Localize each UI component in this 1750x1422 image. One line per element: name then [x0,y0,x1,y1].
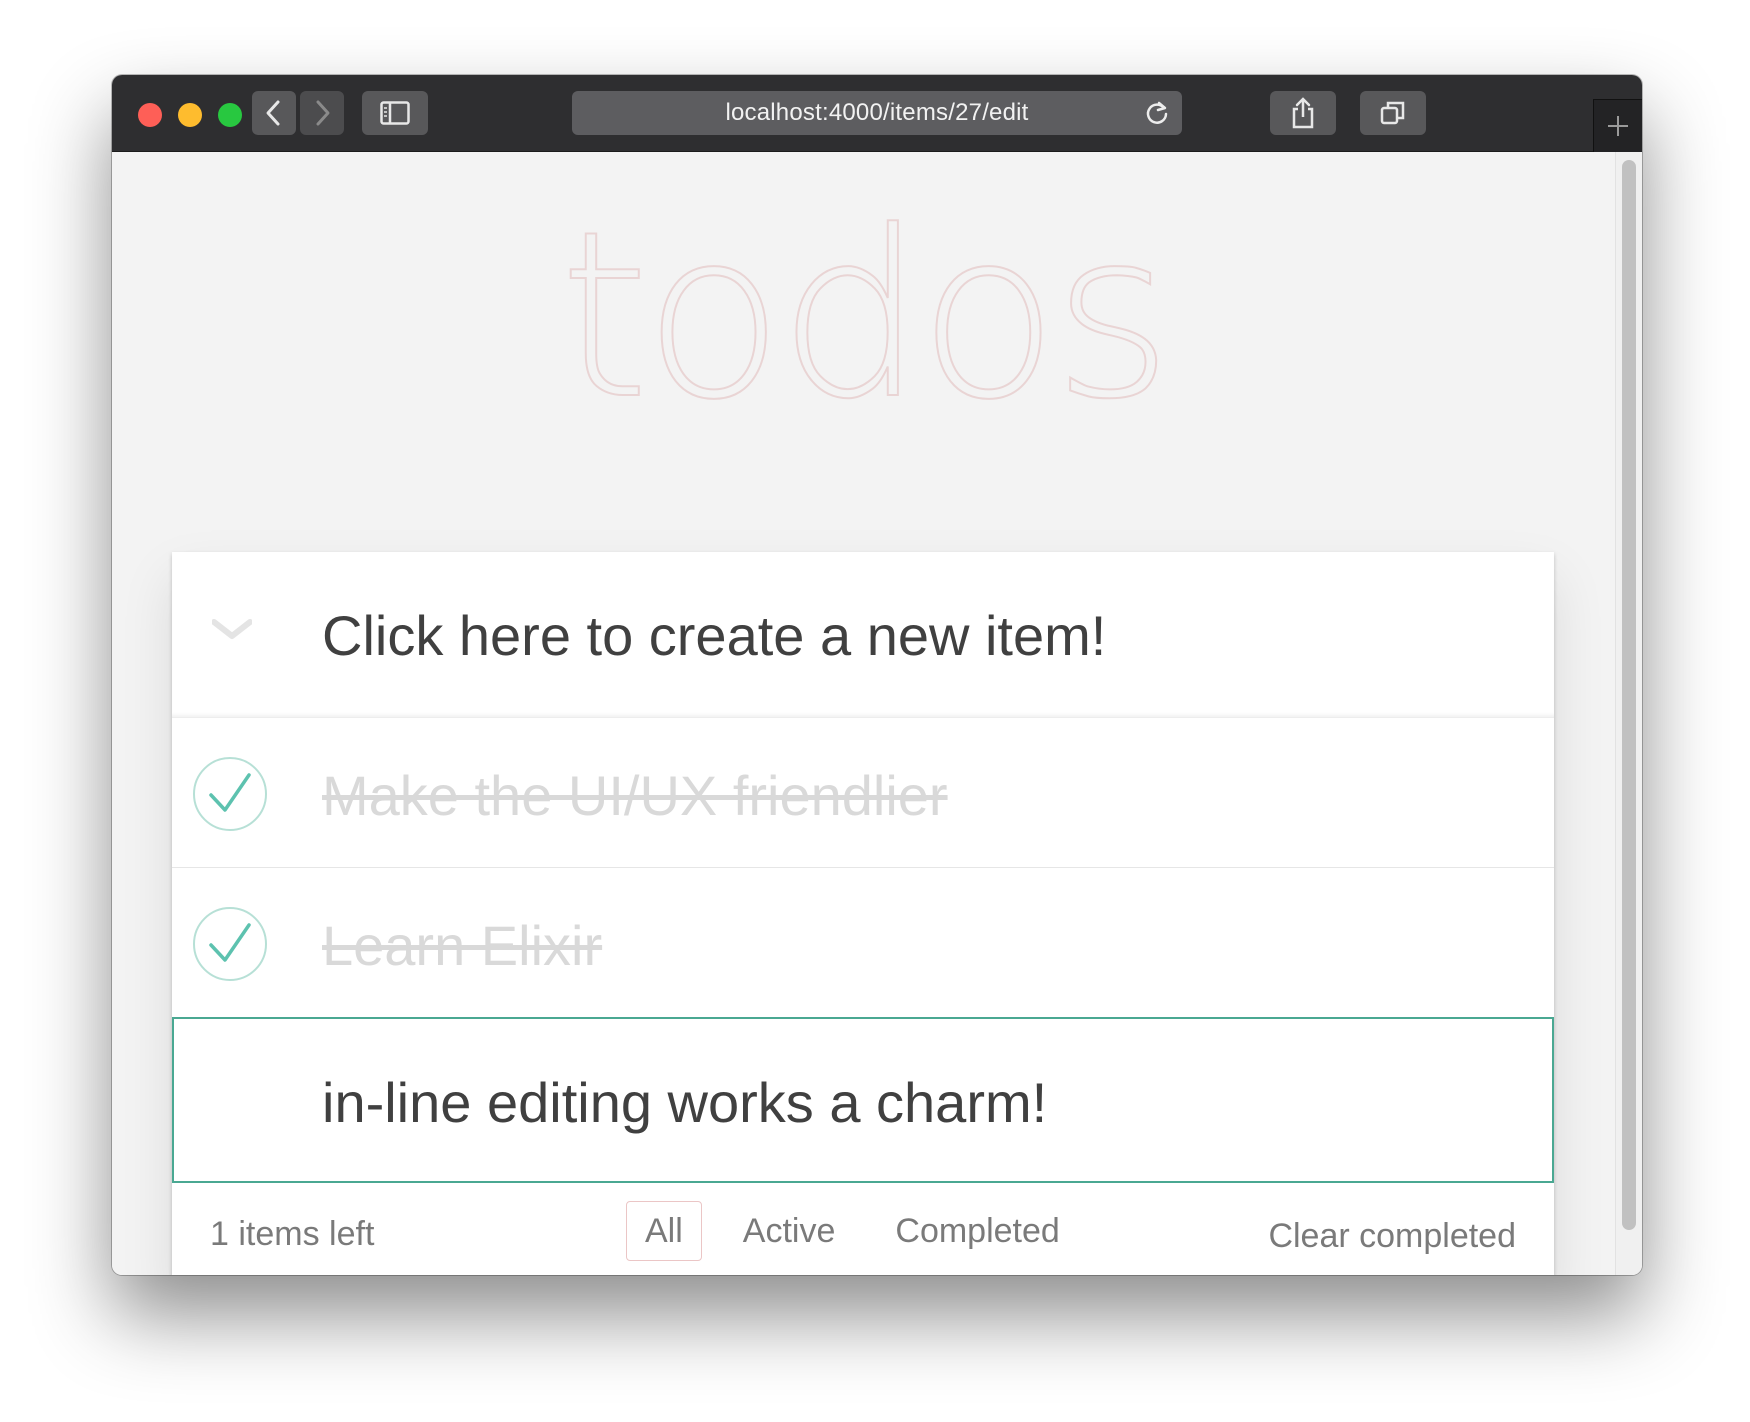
todo-item-label[interactable]: Learn Elixir [322,913,602,978]
plus-icon [1608,116,1628,136]
zoom-window-button[interactable] [218,103,242,127]
filter-active[interactable]: Active [724,1201,855,1261]
close-window-button[interactable] [138,103,162,127]
new-item-input[interactable] [322,600,1534,670]
checked-circle-icon[interactable] [191,755,269,833]
address-bar[interactable]: localhost:4000/items/27/edit [572,91,1182,135]
browser-toolbar: localhost:4000/items/27/edit [112,75,1642,152]
filter-list: All Active Completed [626,1201,1101,1261]
app-title: todos [558,183,1173,450]
minimize-window-button[interactable] [178,103,202,127]
chevron-right-icon [316,100,330,126]
tabs-overview-button[interactable] [1360,91,1426,135]
todo-item-label[interactable]: Make the UI/UX friendlier [322,763,948,828]
browser-window: localhost:4000/items/27/edit todos Click… [112,75,1642,1275]
chevron-left-icon [266,100,280,126]
filter-completed[interactable]: Completed [876,1201,1078,1261]
items-left-count: 1 items left [210,1215,375,1253]
page-content: todos Make the UI/UX friendlier Learn El… [112,152,1642,1275]
checked-circle-icon[interactable] [191,905,269,983]
todo-app: Make the UI/UX friendlier Learn Elixir 1… [172,552,1554,1275]
share-button[interactable] [1270,91,1336,135]
editing-item-row [172,1017,1554,1183]
tabs-icon [1380,101,1405,125]
sidebar-icon [380,101,410,125]
sidebar-button[interactable] [362,91,428,135]
new-item-row [172,552,1554,718]
todo-item[interactable]: Make the UI/UX friendlier [172,718,1554,868]
forward-button[interactable] [300,91,344,135]
address-bar-url: localhost:4000/items/27/edit [725,99,1029,126]
back-button[interactable] [252,91,296,135]
clear-completed-button[interactable]: Clear completed [1268,1217,1516,1256]
reload-icon[interactable] [1144,100,1170,126]
todo-item[interactable]: Learn Elixir [172,868,1554,1018]
scrollbar-thumb[interactable] [1622,160,1636,1230]
filter-all[interactable]: All [626,1201,702,1261]
edit-item-input[interactable] [322,1067,1532,1137]
toggle-all-icon[interactable] [212,618,252,642]
new-tab-button[interactable] [1593,99,1642,152]
todo-footer: 1 items left All Active Completed Clear … [172,1183,1554,1275]
scrollbar[interactable] [1615,152,1642,1275]
share-icon [1292,97,1314,129]
